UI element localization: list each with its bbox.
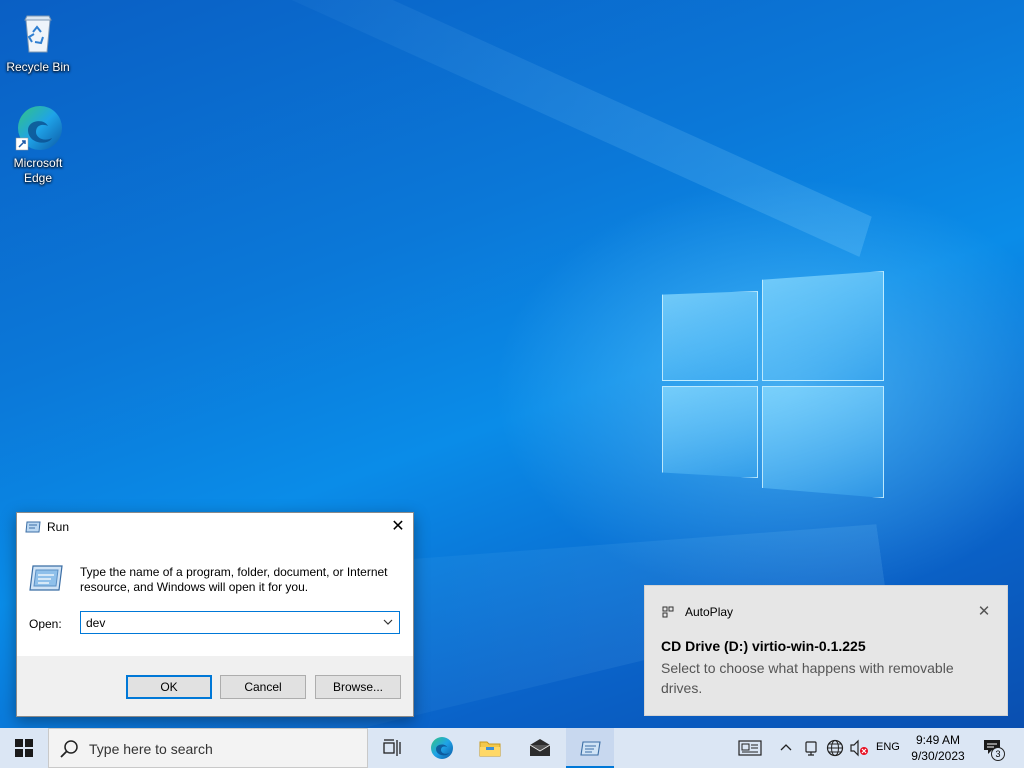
windows-start-icon: [15, 739, 33, 757]
globe-icon: [826, 739, 844, 757]
show-hidden-icons-button[interactable]: [776, 728, 796, 768]
task-view-icon: [383, 739, 401, 756]
notification-close-button[interactable]: ✕: [975, 602, 993, 620]
notification-body: Select to choose what happens with remov…: [661, 660, 954, 696]
run-dialog[interactable]: Run ✕ Type the name of a program, folder…: [16, 512, 414, 717]
close-icon: ✕: [391, 518, 405, 535]
mail-icon: [529, 739, 551, 756]
taskbar-search-box[interactable]: Type here to search: [48, 728, 368, 768]
taskbar-file-explorer-button[interactable]: [466, 728, 514, 768]
run-footer: OK Cancel Browse...: [17, 656, 413, 716]
close-icon: ✕: [977, 603, 991, 620]
clock-time: 9:49 AM: [915, 733, 961, 747]
network-tray-button[interactable]: [824, 728, 846, 768]
desktop-icon-microsoft-edge[interactable]: Microsoft Edge: [2, 104, 74, 186]
run-title: Run: [47, 520, 70, 534]
action-center-button[interactable]: 3: [978, 728, 1014, 768]
ok-button[interactable]: OK: [126, 675, 212, 699]
windows-logo-pane: [662, 386, 758, 478]
clock-date: 9/30/2023: [911, 749, 965, 763]
news-icon: [738, 740, 762, 756]
desktop-icon-label: Recycle Bin: [6, 60, 70, 74]
run-description: Type the name of a program, folder, docu…: [80, 565, 388, 594]
run-large-icon: [29, 565, 63, 591]
run-app-icon: [580, 741, 601, 756]
autoplay-notification[interactable]: AutoPlay ✕ CD Drive (D:) virtio-win-0.1.…: [644, 585, 1008, 716]
edge-icon: [14, 104, 62, 152]
news-widget-button[interactable]: [736, 728, 766, 768]
open-input[interactable]: [81, 612, 377, 633]
browse-button[interactable]: Browse...: [315, 675, 401, 699]
windows-logo-pane: [762, 386, 884, 498]
device-icon: [805, 741, 817, 756]
taskbar: Type here to search ENG 9:49 AM 9/30/202…: [0, 728, 1024, 768]
search-placeholder: Type here to search: [89, 741, 213, 757]
notification-title: CD Drive (D:) virtio-win-0.1.225: [661, 638, 866, 654]
light-ray: [133, 0, 901, 257]
notification-app-name: AutoPlay: [685, 605, 734, 619]
notification-count-badge: 3: [991, 747, 1005, 761]
open-combobox[interactable]: [80, 611, 400, 634]
taskbar-run-button[interactable]: [566, 728, 614, 768]
close-button[interactable]: ✕: [383, 513, 413, 541]
desktop-icon-recycle-bin[interactable]: Recycle Bin: [2, 8, 74, 75]
open-label: Open:: [29, 617, 62, 631]
chevron-up-icon: [780, 744, 792, 751]
device-tray-button[interactable]: [800, 728, 822, 768]
start-button[interactable]: [0, 728, 48, 768]
edge-icon: [431, 737, 453, 759]
search-icon: [60, 740, 78, 758]
desktop-icon-label: Microsoft Edge: [13, 156, 63, 185]
windows-logo-pane: [662, 291, 758, 381]
volume-tray-button[interactable]: [848, 728, 870, 768]
cancel-button[interactable]: Cancel: [220, 675, 306, 699]
folder-icon: [479, 741, 501, 757]
taskbar-edge-button[interactable]: [418, 728, 466, 768]
autoplay-icon: [662, 606, 674, 618]
run-app-icon: [25, 521, 41, 533]
chevron-down-icon[interactable]: [381, 615, 395, 629]
run-titlebar[interactable]: Run ✕: [17, 513, 413, 541]
language-indicator[interactable]: ENG: [876, 741, 900, 753]
taskbar-mail-button[interactable]: [516, 728, 564, 768]
recycle-bin-icon: [14, 8, 62, 56]
taskbar-clock[interactable]: 9:49 AM 9/30/2023: [908, 732, 968, 764]
task-view-button[interactable]: [368, 728, 416, 768]
volume-muted-icon: [850, 739, 868, 757]
windows-logo-pane: [762, 271, 884, 381]
